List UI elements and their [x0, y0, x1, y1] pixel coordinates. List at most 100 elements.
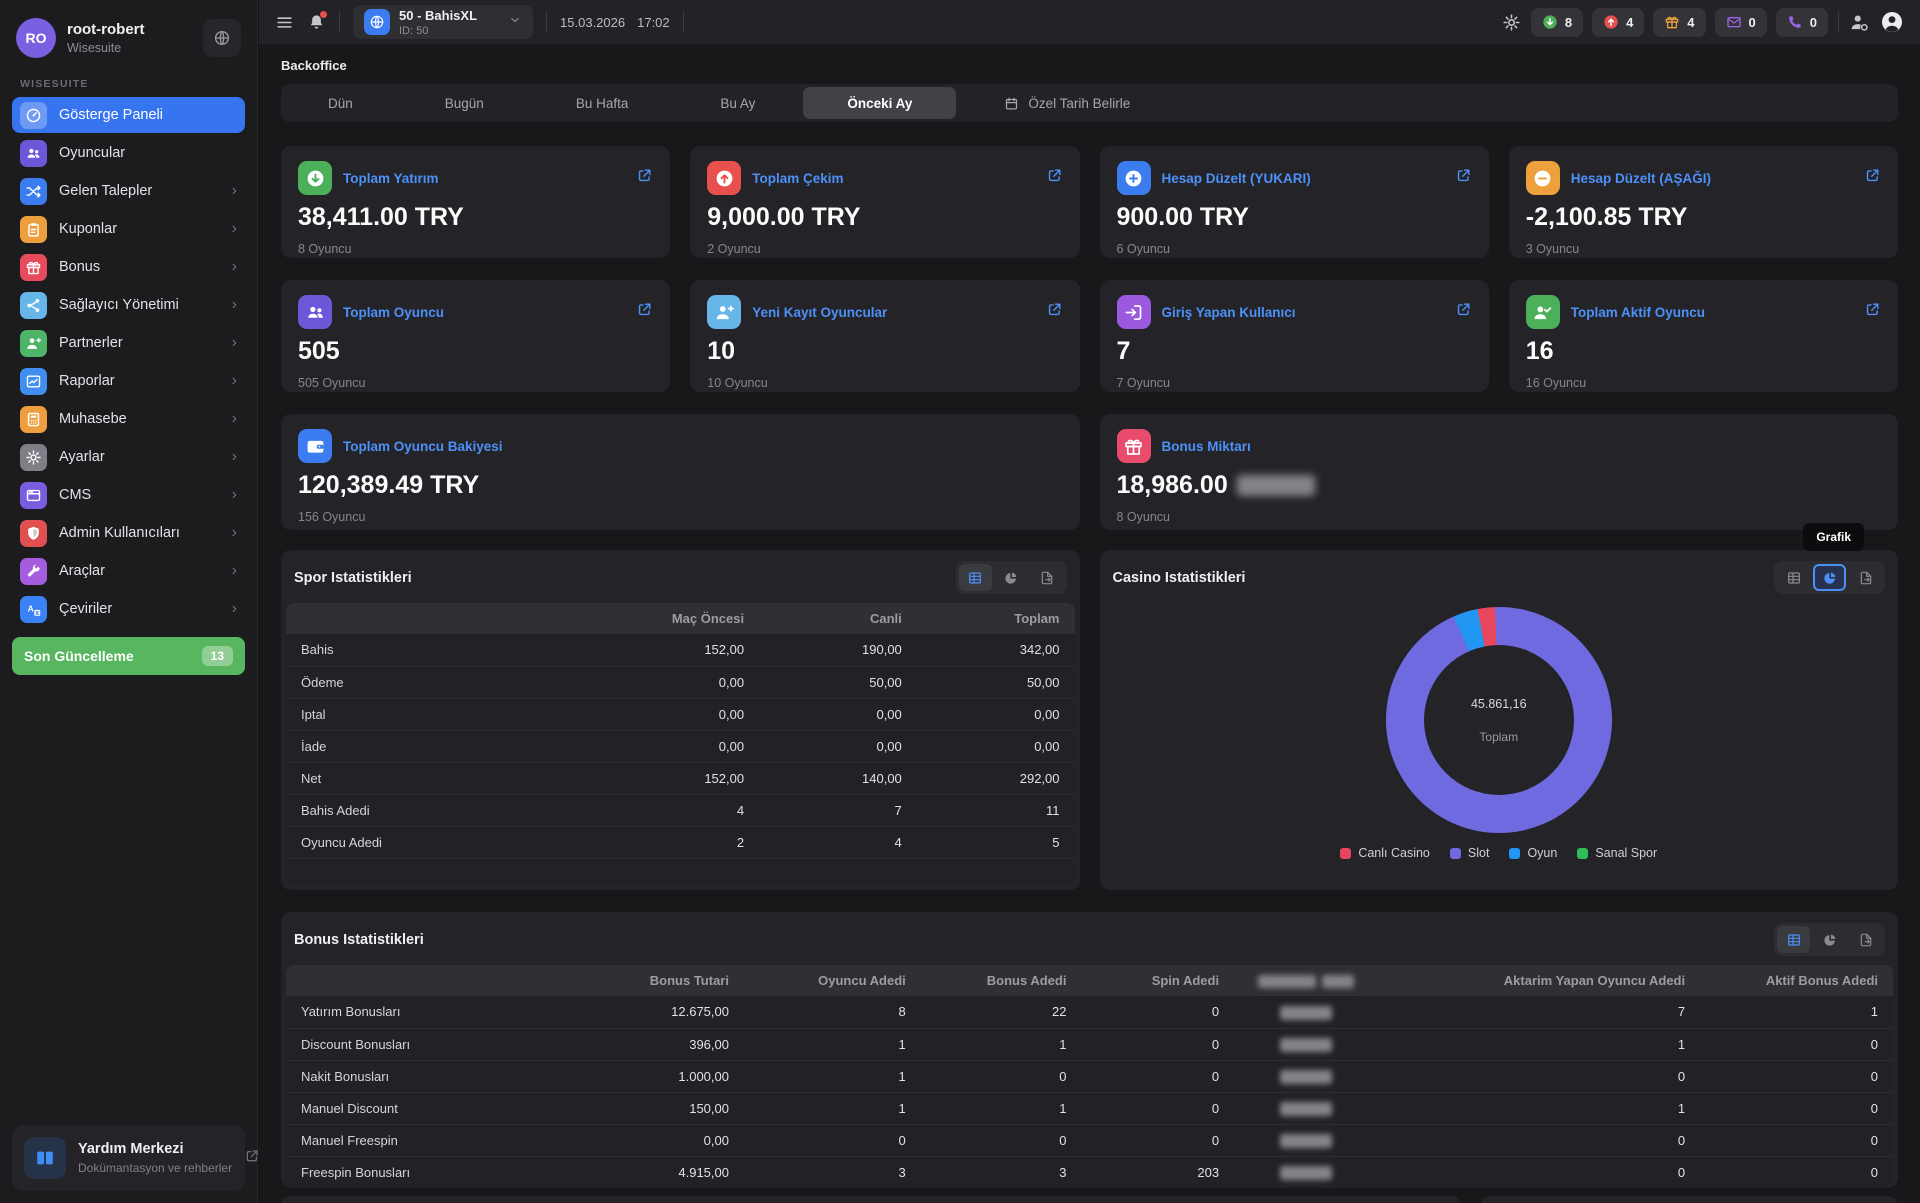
help-center-card[interactable]: Yardım Merkezi Dokümantasyon ve rehberle…: [12, 1125, 245, 1191]
pie-chart-icon: [1003, 570, 1019, 586]
site-selector[interactable]: 50 - BahisXL ID: 50: [353, 5, 533, 39]
tab-label: Özel Tarih Belirle: [1028, 96, 1130, 111]
table-view-button[interactable]: [959, 564, 992, 591]
row-label: Freespin Bonusları: [286, 1156, 535, 1188]
external-link-icon[interactable]: [1864, 167, 1881, 189]
chart-view-button[interactable]: [1813, 926, 1846, 953]
sidebar-item[interactable]: Raporlar›: [12, 363, 245, 399]
pie-chart-icon: [1822, 570, 1838, 586]
donut-total-label: Toplam: [1479, 730, 1518, 744]
external-link-icon[interactable]: [636, 167, 653, 189]
stat-card-header: Toplam Aktif Oyuncu: [1526, 295, 1881, 329]
stat-card-label[interactable]: Bonus Miktarı: [1162, 439, 1251, 454]
plus-circle-icon: [1123, 168, 1144, 189]
tab-bu-ay[interactable]: Bu Ay: [676, 87, 799, 119]
external-link-icon[interactable]: [1455, 301, 1472, 323]
chart-view-button[interactable]: [1813, 564, 1846, 591]
user-plus-icon-tile: [707, 295, 741, 329]
sidebar-item[interactable]: Sağlayıcı Yönetimi›: [12, 287, 245, 323]
table-view-button[interactable]: [1777, 564, 1810, 591]
user-status-button[interactable]: [1849, 12, 1870, 33]
stat-card-value: 900.00 TRY: [1117, 203, 1472, 232]
external-link-icon[interactable]: [1864, 301, 1881, 323]
language-button[interactable]: [203, 19, 241, 57]
sidebar-item[interactable]: Muhasebe›: [12, 401, 245, 437]
redacted-column-header: [1234, 965, 1379, 996]
redacted-cell: [1234, 1060, 1379, 1092]
tab--zel-tarih-belirle[interactable]: Özel Tarih Belirle: [960, 87, 1174, 119]
external-link-icon[interactable]: [1455, 167, 1472, 189]
user-plus-icon: [714, 302, 735, 323]
stat-value-text: 18,986.00: [1117, 471, 1228, 500]
sidebar-item[interactable]: AÇeviriler›: [12, 591, 245, 627]
translate-icon-tile: A: [20, 596, 47, 623]
bonuses-badge[interactable]: 4: [1653, 8, 1705, 37]
file-export-icon: [1039, 570, 1055, 586]
sidebar-item[interactable]: Ayarlar›: [12, 439, 245, 475]
site-name: 50 - BahisXL: [399, 8, 477, 23]
menu-button[interactable]: [275, 13, 294, 32]
sidebar-item[interactable]: Araçlar›: [12, 553, 245, 589]
stat-card-label[interactable]: Giriş Yapan Kullanıcı: [1162, 305, 1296, 320]
tab--nceki-ay[interactable]: Önceki Ay: [803, 87, 956, 119]
table-header-row: Bonus TutariOyuncu AdediBonus AdediSpin …: [286, 965, 1893, 996]
date-label: 15.03.2026: [560, 15, 625, 30]
table-row: Manuel Discount150,0011010: [286, 1092, 1893, 1124]
withdrawals-badge[interactable]: 4: [1592, 8, 1644, 37]
external-link-icon[interactable]: [1046, 301, 1063, 323]
hamburger-icon: [275, 13, 294, 32]
cell-value: 0,00: [759, 698, 917, 730]
cell-value: 150,00: [535, 1092, 744, 1124]
sidebar-item[interactable]: Gösterge Paneli: [12, 97, 245, 133]
help-title: Yardım Merkezi: [78, 1141, 232, 1157]
cell-value: 0: [1700, 1028, 1893, 1060]
table-row: Freespin Bonusları4.915,003320300: [286, 1156, 1893, 1188]
sidebar-item[interactable]: Oyuncular: [12, 135, 245, 171]
external-link-icon[interactable]: [1046, 167, 1063, 189]
cell-value: 1: [1379, 1092, 1700, 1124]
messages-badge[interactable]: 0: [1715, 8, 1767, 37]
gear-icon: [25, 449, 42, 466]
sidebar-item[interactable]: Partnerler›: [12, 325, 245, 361]
stat-card-label[interactable]: Toplam Oyuncu: [343, 305, 444, 320]
notifications-button[interactable]: [307, 13, 326, 32]
calls-badge[interactable]: 0: [1776, 8, 1828, 37]
stat-card-label[interactable]: Yeni Kayıt Oyuncular: [752, 305, 887, 320]
chart-view-button[interactable]: [995, 564, 1028, 591]
legend-label: Sanal Spor: [1595, 846, 1657, 860]
cell-value: 0: [1081, 1028, 1234, 1060]
sidebar-item[interactable]: Admin Kullanıcıları›: [12, 515, 245, 551]
row-label: Manuel Freespin: [286, 1124, 535, 1156]
settings-button[interactable]: [1502, 13, 1521, 32]
export-button[interactable]: [1031, 564, 1064, 591]
stat-card-subtext: 8 Oyuncu: [1117, 510, 1882, 524]
tab-bug-n[interactable]: Bugün: [401, 87, 528, 119]
stat-card-label[interactable]: Hesap Düzelt (AŞAĞI): [1571, 171, 1711, 186]
profile-button[interactable]: [1880, 10, 1904, 34]
stat-card-subtext: 10 Oyuncu: [707, 376, 1062, 390]
row-label: Manuel Discount: [286, 1092, 535, 1124]
stat-card-label[interactable]: Hesap Düzelt (YUKARI): [1162, 171, 1311, 186]
external-link-icon[interactable]: [636, 301, 653, 323]
tab-bu-hafta[interactable]: Bu Hafta: [532, 87, 673, 119]
stat-card-value: 18,986.00: [1117, 471, 1882, 500]
sidebar-item[interactable]: Gelen Talepler›: [12, 173, 245, 209]
export-button[interactable]: [1849, 564, 1882, 591]
stat-cards-grid: Toplam Yatırım38,411.00 TRY8 OyuncuTopla…: [281, 146, 1898, 530]
sidebar-item[interactable]: CMS›: [12, 477, 245, 513]
cell-value: 7: [759, 794, 917, 826]
minus-circle-icon: [1532, 168, 1553, 189]
tab-d-n[interactable]: Dün: [284, 87, 397, 119]
stat-card-label[interactable]: Toplam Çekim: [752, 171, 843, 186]
sidebar-item[interactable]: Bonus›: [12, 249, 245, 285]
export-button[interactable]: [1849, 926, 1882, 953]
avatar[interactable]: RO: [16, 18, 56, 58]
last-update-button[interactable]: Son Güncelleme 13: [12, 637, 245, 675]
stat-card-label[interactable]: Toplam Aktif Oyuncu: [1571, 305, 1705, 320]
sidebar-item[interactable]: Kuponlar›: [12, 211, 245, 247]
stat-card-label[interactable]: Toplam Yatırım: [343, 171, 439, 186]
legend-swatch: [1577, 848, 1588, 859]
stat-card-label[interactable]: Toplam Oyuncu Bakiyesi: [343, 439, 503, 454]
deposits-badge[interactable]: 8: [1531, 8, 1583, 37]
table-view-button[interactable]: [1777, 926, 1810, 953]
